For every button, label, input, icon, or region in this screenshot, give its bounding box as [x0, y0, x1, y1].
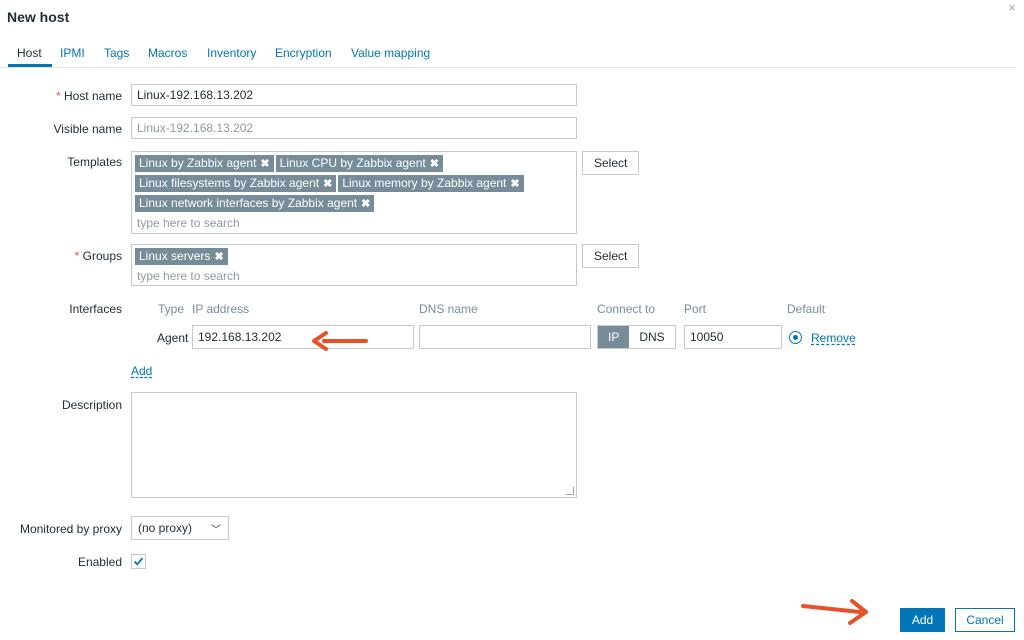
host-name-label: * Host name	[55, 89, 122, 103]
annotation-arrow-icon	[312, 331, 368, 351]
connect-dns-button[interactable]: DNS	[629, 326, 674, 348]
tab-host[interactable]: Host	[17, 46, 42, 60]
dialog-title: New host	[7, 9, 70, 25]
groups-multiselect[interactable]: Linux servers ✖ type here to search	[131, 244, 577, 286]
close-icon[interactable]: ×	[1008, 0, 1016, 15]
enabled-checkbox[interactable]	[131, 554, 146, 569]
description-textarea[interactable]	[131, 392, 577, 498]
template-tag: Linux memory by Zabbix agent ✖	[338, 175, 524, 193]
tab-ipmi[interactable]: IPMI	[60, 46, 85, 60]
interface-port-header: Port	[684, 302, 707, 316]
remove-tag-icon[interactable]: ✖	[214, 249, 223, 266]
resize-grip-icon[interactable]	[566, 487, 574, 495]
connect-ip-button[interactable]: IP	[598, 326, 630, 348]
proxy-label: Monitored by proxy	[19, 522, 122, 536]
groups-search-input[interactable]: type here to search	[134, 267, 574, 284]
tab-macros[interactable]: Macros	[148, 46, 187, 60]
templates-search-input[interactable]: type here to search	[134, 214, 574, 231]
annotation-arrow-icon	[801, 599, 868, 625]
remove-tag-icon[interactable]: ✖	[430, 156, 439, 173]
interface-connect-header: Connect to	[597, 302, 656, 316]
template-tag: Linux network interfaces by Zabbix agent…	[135, 195, 375, 213]
interface-ip-input[interactable]: 192.168.13.202	[192, 325, 414, 349]
tab-inventory[interactable]: Inventory	[207, 46, 256, 60]
required-marker: *	[55, 89, 61, 103]
remove-tag-icon[interactable]: ✖	[510, 176, 519, 193]
remove-tag-icon[interactable]: ✖	[323, 176, 332, 193]
remove-tag-icon[interactable]: ✖	[260, 156, 269, 173]
proxy-select[interactable]: (no proxy) ﹀	[131, 516, 229, 540]
templates-select-button[interactable]: Select	[582, 151, 640, 175]
add-interface-link[interactable]: Add	[131, 364, 152, 378]
interface-ip-header: IP address	[192, 302, 250, 316]
template-tag: Linux CPU by Zabbix agent ✖	[275, 155, 443, 173]
tab-value-mapping[interactable]: Value mapping	[351, 46, 430, 60]
template-tag: Linux filesystems by Zabbix agent ✖	[135, 175, 337, 193]
default-interface-radio[interactable]	[789, 331, 802, 344]
interfaces-label: Interfaces	[69, 302, 122, 316]
tab-encryption[interactable]: Encryption	[275, 46, 332, 60]
groups-select-button[interactable]: Select	[582, 244, 640, 268]
tab-bar: Host IPMI Tags Macros Inventory Encrypti…	[0, 40, 1016, 68]
templates-multiselect[interactable]: Linux by Zabbix agent ✖ Linux CPU by Zabbi…	[131, 151, 577, 234]
visible-name-label: Visible name	[53, 122, 122, 136]
host-name-input[interactable]: Linux-192.168.13.202	[131, 84, 577, 106]
interface-dns-input[interactable]	[419, 325, 591, 349]
interface-dns-header: DNS name	[419, 302, 478, 316]
remove-tag-icon[interactable]: ✖	[361, 196, 370, 213]
groups-label: * Groups	[74, 249, 122, 263]
remove-interface-link[interactable]: Remove	[811, 331, 856, 345]
add-button[interactable]: Add	[900, 608, 945, 632]
check-icon	[133, 557, 144, 566]
description-label: Description	[61, 398, 122, 412]
interface-default-header: Default	[787, 302, 826, 316]
connect-to-toggle: IP DNS	[597, 325, 676, 349]
interface-type: Agent	[157, 331, 189, 345]
interface-type-header: Type	[158, 302, 185, 316]
group-tag: Linux servers ✖	[135, 248, 228, 265]
template-tag: Linux by Zabbix agent ✖	[135, 155, 274, 172]
chevron-down-icon: ﹀	[211, 525, 221, 536]
cancel-button[interactable]: Cancel	[955, 608, 1015, 632]
tab-tags[interactable]: Tags	[104, 46, 129, 60]
active-tab-indicator	[8, 64, 52, 67]
templates-label: Templates	[67, 155, 122, 169]
visible-name-input[interactable]: Linux-192.168.13.202	[131, 117, 577, 139]
enabled-label: Enabled	[77, 555, 122, 569]
interface-port-input[interactable]: 10050	[684, 325, 782, 349]
